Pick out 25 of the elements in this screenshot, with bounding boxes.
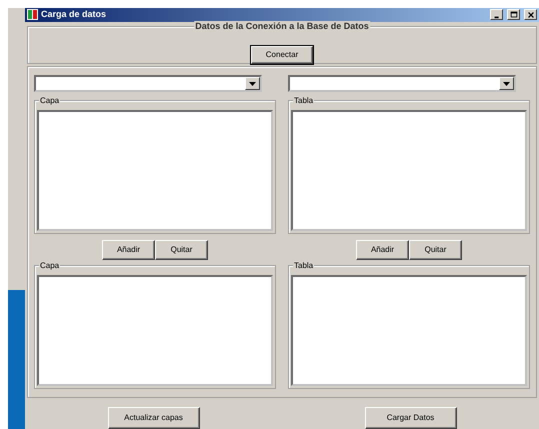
maximize-button[interactable] [507,9,520,20]
minimize-button[interactable] [490,9,503,20]
list-button[interactable]: Añadir [102,240,155,260]
dropdown-field[interactable] [288,75,516,92]
caret-icon [249,82,256,86]
dropdown-field[interactable] [34,75,262,92]
group-title: Datos de la Conexión a la Base de Datos [194,20,370,32]
group-label: Capa [39,95,60,106]
group-label: Capa [39,260,60,272]
app-icon [27,9,38,20]
group-label: Tabla [293,95,314,106]
list-button[interactable]: Quitar [155,240,208,260]
maximize-icon [510,10,518,19]
group-label: Tabla [293,260,314,272]
connect-button[interactable]: Conectar [251,46,313,64]
list-button[interactable]: Añadir [356,240,409,260]
window-title: Carga de datos [41,8,108,21]
list-button[interactable]: Quitar [409,240,462,260]
footer-button[interactable]: Actualizar capas [108,407,200,429]
footer-button[interactable]: Cargar Datos [364,407,456,429]
close-button[interactable] [524,9,537,20]
dropdown-button[interactable] [245,77,260,90]
dropdown-button[interactable] [499,77,514,90]
caret-icon [503,82,510,86]
close-icon [526,10,534,19]
